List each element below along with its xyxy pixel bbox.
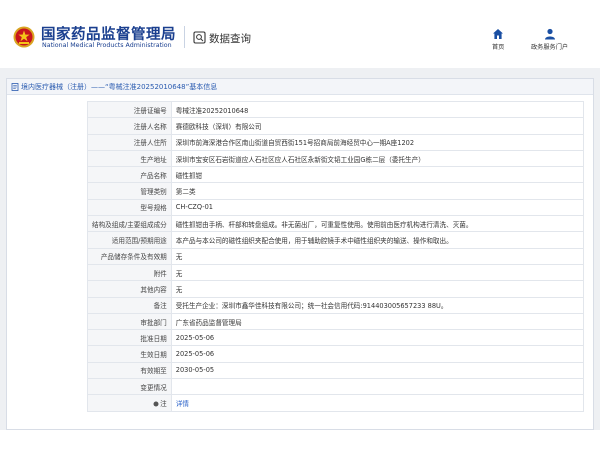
row-label: 型号规格 (87, 198, 172, 217)
row-label: 生效日期 (87, 345, 172, 363)
row-label-note: 注 (87, 394, 172, 412)
table-row: 生效日期 2025-05-06 (87, 345, 585, 363)
row-label: 其他内容 (87, 280, 172, 298)
row-label: 适用范围/预期用途 (87, 231, 172, 249)
row-value: 受托生产企业：深圳市鑫华佳科技有限公司；统一社会信用代码:91440300565… (170, 296, 585, 314)
table-row: 变更情况 (87, 378, 585, 396)
table-row: 产品名称 磁性抓钳 (87, 166, 585, 184)
table-row: 注册人名称 赛德欧科技（深圳）有限公司 (87, 117, 585, 135)
row-label: 附件 (87, 263, 172, 282)
row-value: 磁性抓钳由手柄、杆部和转盘组成。非无菌出厂，可重复性使用。使用前由医疗机构进行清… (170, 215, 585, 233)
table-row: 审批部门 广东省药品监督管理局 (87, 312, 585, 331)
row-value: 深圳市前海深港合作区南山街道自贸西街151号招商局前海经贸中心一期A座1202 (170, 133, 585, 151)
row-value: 2030-05-05 (170, 361, 585, 380)
site-header: 国家药品监督管理局 National Medical Products Admi… (0, 0, 600, 68)
row-label: 产品储存条件及有效期 (87, 247, 172, 265)
info-dot-icon (153, 401, 159, 407)
table-row: 注 详情 (87, 394, 585, 412)
data-query-icon (193, 31, 206, 44)
row-label: 备注 (87, 296, 172, 314)
row-value: 本产品与本公司的磁性组织夹配合使用，用于辅助腔镜手术中磁性组织夹的输送、操作和取… (170, 231, 585, 249)
row-value: 第二类 (170, 182, 585, 200)
row-value: 2025-05-06 (170, 345, 585, 363)
details-link[interactable]: 详情 (176, 400, 189, 408)
row-label: 生产地址 (87, 149, 172, 168)
row-value: 赛德欧科技（深圳）有限公司 (170, 117, 585, 135)
row-label: 管理类别 (87, 182, 172, 200)
panel-title-suffix: 基本信息 (189, 82, 218, 91)
row-value: 深圳市宝安区石岩街道应人石社区应人石社区永新街文韬工业园G栋二层（委托生产） (170, 149, 585, 168)
row-label: 有效期至 (87, 361, 172, 380)
table-row: 产品储存条件及有效期无 (87, 247, 585, 265)
table-row: 有效期至 2030-05-05 (87, 361, 585, 380)
row-label: 变更情况 (87, 378, 172, 396)
brand-name-en: National Medical Products Administration (42, 42, 172, 49)
table-row: 管理类别 第二类 (87, 182, 585, 200)
table-row: 注册人住所 深圳市前海深港合作区南山街道自贸西街151号招商局前海经贸中心一期A座… (87, 133, 585, 151)
row-label: 产品名称 (87, 166, 172, 184)
row-label: 注册人名称 (87, 117, 172, 135)
table-row: 注册证编号 粤械注准20252010648 (87, 100, 585, 119)
row-value (170, 378, 585, 396)
nav-home-label: 首页 (492, 44, 505, 51)
user-icon (544, 28, 555, 40)
detail-table: 注册证编号 粤械注准20252010648 注册人名称 赛德欧科技（深圳）有限公司 … (87, 100, 585, 412)
document-icon (11, 82, 19, 91)
row-value-note: 详情 (170, 394, 585, 412)
nav-service-portal[interactable]: 政务服务门户 (531, 28, 568, 51)
table-row: 备注 受托生产企业：深圳市鑫华佳科技有限公司；统一社会信用代码:914403005… (87, 296, 585, 314)
row-value: CH-CZQ-01 (170, 198, 585, 217)
panel-title: 境内医疗器械（注册）—— “粤械注准20252010648” 基本信息 (7, 79, 593, 95)
row-value: 粤械注准20252010648 (170, 100, 585, 119)
row-label: 注册人住所 (87, 133, 172, 151)
section-title: 数据查询 (209, 33, 251, 45)
row-label: 审批部门 (87, 312, 172, 331)
table-row: 型号规格 CH-CZQ-01 (87, 198, 585, 217)
table-row: 生产地址 深圳市宝安区石岩街道应人石社区应人石社区永新街文韬工业园G栋二层（委托生… (87, 149, 585, 168)
row-value: 无 (170, 280, 585, 298)
row-value: 无 (170, 263, 585, 282)
table-row: 结构及组成/主要组成成分 磁性抓钳由手柄、杆部和转盘组成。非无菌出厂，可重复性使用… (87, 215, 585, 233)
row-value: 广东省药品监督管理局 (170, 312, 585, 331)
panel-title-name: “粤械注准20252010648” (105, 82, 190, 91)
nmpa-emblem-icon (13, 26, 35, 48)
table-row: 适用范围/预期用途 本产品与本公司的磁性组织夹配合使用，用于辅助腔镜手术中磁性组织… (87, 231, 585, 249)
row-value: 2025-05-06 (170, 329, 585, 347)
table-row: 附件无 (87, 263, 585, 282)
row-label: 批准日期 (87, 329, 172, 347)
nav-home[interactable]: 首页 (492, 28, 504, 51)
note-label: 注 (160, 399, 167, 408)
row-value: 无 (170, 247, 585, 265)
row-label: 注册证编号 (87, 100, 172, 119)
panel-title-prefix: 境内医疗器械（注册）—— (21, 82, 105, 91)
home-icon (493, 29, 504, 39)
nav-portal-label: 政务服务门户 (531, 44, 569, 51)
row-value: 磁性抓钳 (170, 166, 585, 184)
table-row: 批准日期 2025-05-06 (87, 329, 585, 347)
table-row: 其他内容无 (87, 280, 585, 298)
row-label: 结构及组成/主要组成成分 (87, 215, 172, 233)
header-divider (184, 26, 185, 48)
brand-name-cn: 国家药品监督管理局 (41, 27, 176, 43)
